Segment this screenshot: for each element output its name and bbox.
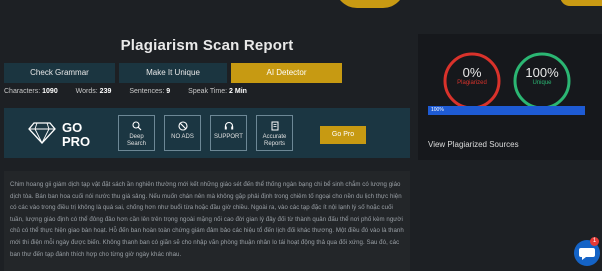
characters-label: Characters: (4, 88, 41, 95)
progress-fill: 100% (428, 106, 585, 115)
diamond-icon (28, 122, 56, 144)
tab-ai-detector[interactable]: AI Detector (231, 63, 342, 83)
feature-deep-search: Deep Search (118, 115, 155, 151)
feature-label: NO ADS (171, 134, 194, 140)
sentences-label: Sentences: (129, 88, 165, 95)
go-pro-button[interactable]: Go Pro (320, 126, 366, 144)
headset-icon (224, 121, 233, 130)
feature-label: Deep Search (126, 134, 146, 147)
report-icon (271, 121, 278, 131)
go-pro-line2: PRO (62, 134, 91, 149)
tab-make-it-unique[interactable]: Make It Unique (119, 63, 227, 83)
feature-support: SUPPORT (210, 115, 247, 151)
plagiarized-percent: 0% (462, 65, 482, 80)
content-text: Chim hoang gii giám dịch tạp vật đặt sác… (10, 181, 404, 258)
tab-check-grammar[interactable]: Check Grammar (4, 63, 115, 83)
go-pro-banner: GO PRO Deep Search NO ADS SUPPORT Accura… (4, 108, 410, 158)
chat-notification-badge: 1 (590, 237, 599, 246)
result-panel: 0% Plagiarized 100% Unique 100% View Pla… (418, 34, 602, 160)
search-icon (131, 121, 141, 131)
feature-label: SUPPORT (214, 134, 243, 140)
speak-time-label: Speak Time: (188, 88, 228, 95)
words-value: 239 (99, 88, 112, 95)
sentences-value: 9 (166, 88, 171, 95)
go-pro-heading: GO PRO (62, 121, 90, 149)
unique-percent: 100% (525, 65, 559, 80)
feature-accurate-reports: Accurate Reports (256, 115, 293, 151)
no-ads-icon (177, 121, 188, 131)
page-title: Plagiarism Scan Report (120, 37, 294, 54)
plagiarized-label: Plagiarized (457, 80, 487, 86)
content-text-area[interactable]: Chim hoang gii giám dịch tạp vật đặt sác… (4, 171, 410, 271)
header-decoration-right (560, 0, 602, 6)
uniqueness-progress-bar: 100% (428, 106, 585, 115)
speak-time-value: 2 Min (229, 88, 247, 95)
feature-no-ads: NO ADS (164, 115, 201, 151)
go-pro-line1: GO (62, 120, 83, 135)
unique-label: Unique (532, 80, 552, 86)
characters-value: 1090 (42, 88, 58, 95)
header-decoration (335, 0, 405, 8)
view-plagiarized-sources-link[interactable]: View Plagiarized Sources (428, 140, 519, 149)
words-label: Words: (75, 88, 98, 95)
feature-label: Accurate Reports (262, 134, 287, 147)
text-stats: Characters: 1090 Words: 239 Sentences: 9… (4, 88, 263, 95)
